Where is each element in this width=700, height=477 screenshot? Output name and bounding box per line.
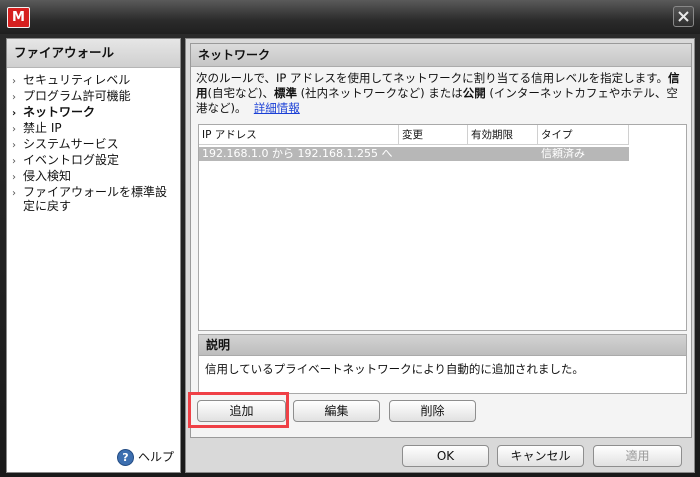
ok-button[interactable]: OK xyxy=(402,445,489,467)
title-bar: M xyxy=(0,0,700,34)
chevron-right-icon: › xyxy=(12,76,16,87)
sidebar-title: ファイアウォール xyxy=(7,39,180,68)
sidebar-item-banned-ip[interactable]: › 禁止 IP xyxy=(7,120,180,136)
sidebar-item-label: ファイアウォールを標準設定に戻す xyxy=(23,185,168,213)
sidebar-item-label: ネットワーク xyxy=(23,105,96,119)
chevron-right-icon: › xyxy=(12,188,16,199)
explanation-box: 説明 信用しているプライベートネットワークにより自動的に追加されました。 xyxy=(198,334,687,394)
sidebar-item-label: プログラム許可機能 xyxy=(23,89,131,103)
sidebar-item-label: セキュリティレベル xyxy=(23,73,131,87)
chevron-right-icon: › xyxy=(12,172,16,183)
chevron-right-icon: › xyxy=(12,156,16,167)
close-icon xyxy=(678,11,689,22)
sidebar-item-restore-defaults[interactable]: › ファイアウォールを標準設定に戻す xyxy=(7,184,180,214)
explanation-title: 説明 xyxy=(199,335,686,356)
sidebar-item-event-log[interactable]: › イベントログ設定 xyxy=(7,152,180,168)
sidebar-item-label: 禁止 IP xyxy=(23,121,62,135)
sidebar-nav: › セキュリティレベル › プログラム許可機能 › ネットワーク › 禁止 IP › シス… xyxy=(7,68,180,214)
column-header-type[interactable]: タイプ xyxy=(538,125,629,145)
sidebar-item-system-services[interactable]: › システムサービス xyxy=(7,136,180,152)
chevron-right-icon: › xyxy=(12,124,16,135)
add-button[interactable]: 追加 xyxy=(197,400,286,422)
chevron-right-icon: › xyxy=(12,92,16,103)
table-row[interactable]: 192.168.1.0 から 192.168.1.255 へ 信頼済み xyxy=(199,147,629,161)
sidebar-item-label: 侵入検知 xyxy=(23,169,72,183)
sidebar-item-label: イベントログ設定 xyxy=(23,153,120,167)
help-link[interactable]: ? ヘルプ xyxy=(117,449,174,466)
sidebar-item-network[interactable]: › ネットワーク xyxy=(7,104,180,120)
edit-button[interactable]: 編集 xyxy=(293,400,380,422)
apply-button[interactable]: 適用 xyxy=(593,445,682,467)
sidebar-item-security-level[interactable]: › セキュリティレベル xyxy=(7,72,180,88)
cell-type: 信頼済み xyxy=(541,147,585,160)
column-header-ip[interactable]: IP アドレス xyxy=(199,125,399,145)
close-button[interactable] xyxy=(673,6,694,27)
cancel-button[interactable]: キャンセル xyxy=(497,445,584,467)
network-table: IP アドレス 変更 有効期限 タイプ 192.168.1.0 から 192.1… xyxy=(198,124,687,331)
delete-button[interactable]: 削除 xyxy=(389,400,476,422)
panel-title: ネットワーク xyxy=(191,44,691,67)
panel-description: 次のルールで、IP アドレスを使用してネットワークに割り当てる信用レベルを指定し… xyxy=(196,71,680,115)
cell-ip: 192.168.1.0 から 192.168.1.255 へ xyxy=(202,147,393,160)
chevron-right-icon: › xyxy=(12,108,17,119)
network-panel: ネットワーク 次のルールで、IP アドレスを使用してネットワークに割り当てる信用… xyxy=(190,43,692,438)
sidebar-item-program-permissions[interactable]: › プログラム許可機能 xyxy=(7,88,180,104)
sidebar: ファイアウォール › セキュリティレベル › プログラム許可機能 › ネットワーク ›… xyxy=(6,38,181,473)
mcafee-logo-icon: M xyxy=(7,7,30,28)
more-info-link[interactable]: 詳細情報 xyxy=(254,101,300,115)
chevron-right-icon: › xyxy=(12,140,16,151)
help-icon: ? xyxy=(117,449,134,466)
help-label: ヘルプ xyxy=(138,450,175,464)
column-header-changed[interactable]: 変更 xyxy=(399,125,468,145)
sidebar-item-intrusion-detection[interactable]: › 侵入検知 xyxy=(7,168,180,184)
content-frame: ネットワーク 次のルールで、IP アドレスを使用してネットワークに割り当てる信用… xyxy=(185,38,695,473)
explanation-text: 信用しているプライベートネットワークにより自動的に追加されました。 xyxy=(205,362,584,376)
column-header-expires[interactable]: 有効期限 xyxy=(468,125,538,145)
sidebar-item-label: システムサービス xyxy=(23,137,119,151)
